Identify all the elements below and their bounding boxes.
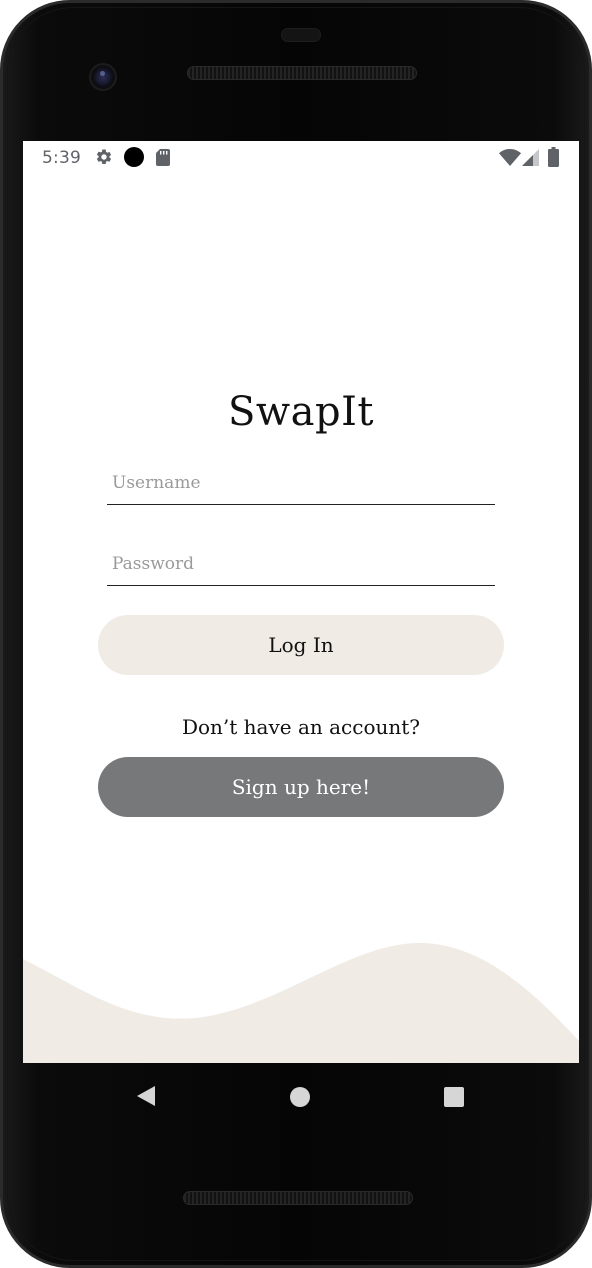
signal-icon [522,149,539,166]
battery-icon [548,147,559,167]
home-icon[interactable] [289,1086,311,1108]
signup-prompt: Don’t have an account? [181,715,421,739]
back-icon[interactable] [135,1085,157,1107]
status-time: 5:39 [42,148,81,168]
login-button[interactable]: Log In [98,615,504,675]
app-screen: 5:39 SwapIt Username Log In Don’t have a… [23,141,579,1063]
app-title: SwapIt [228,389,374,435]
proximity-sensor [281,28,321,42]
system-nav-bar [23,1063,579,1129]
sd-card-icon [156,149,170,166]
phone-frame: 5:39 SwapIt Username Log In Don’t have a… [0,0,592,1268]
password-input[interactable] [107,542,495,586]
signup-button[interactable]: Sign up here! [98,757,504,817]
gear-icon [96,149,112,164]
username-input[interactable] [107,461,495,505]
status-bar: 5:39 [23,141,579,175]
earpiece-speaker [187,66,417,80]
notification-dot-icon [124,147,144,167]
front-camera [89,63,117,91]
wifi-icon [499,149,521,166]
recents-icon[interactable] [443,1086,465,1108]
bottom-speaker [183,1191,413,1205]
decorative-wave [23,942,579,1063]
